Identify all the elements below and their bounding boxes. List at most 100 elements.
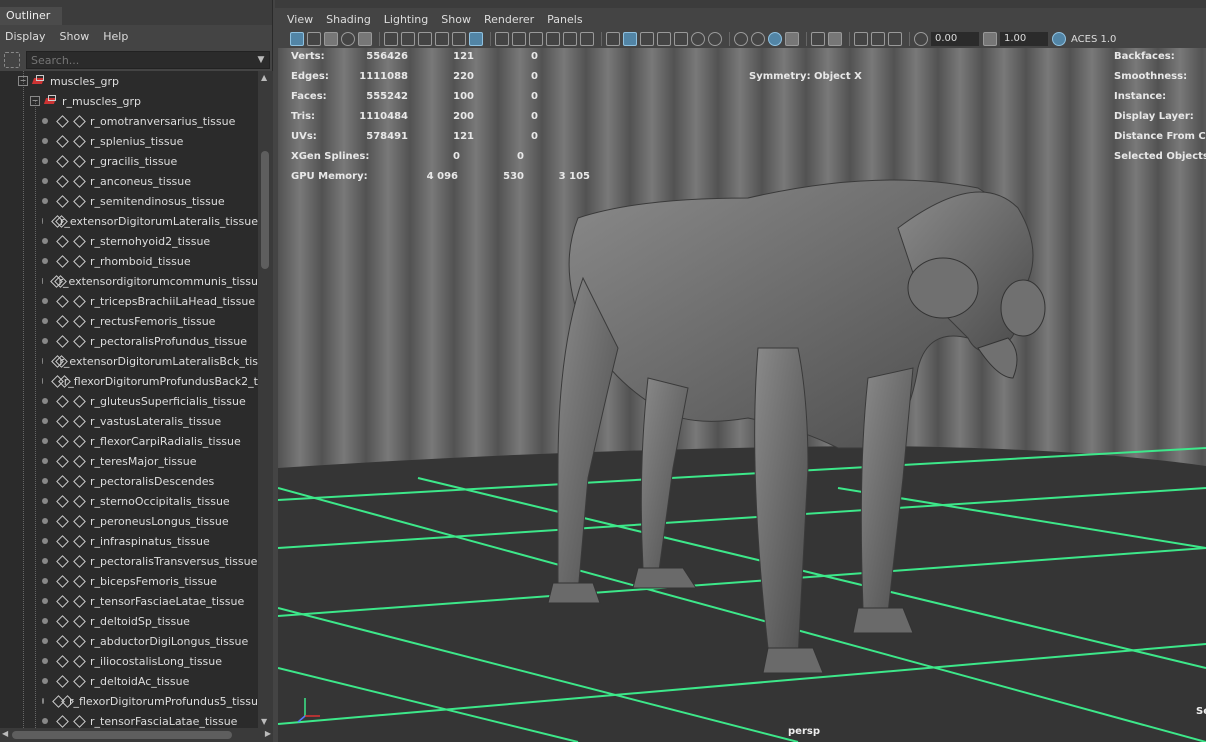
filter-icon[interactable] — [4, 52, 20, 68]
tree-item[interactable]: r_iliocostalisLong_tissue — [0, 651, 258, 671]
film-gate2-icon[interactable] — [512, 32, 526, 46]
tree-item[interactable]: r_extensorDigitorumLateralis_tissue — [0, 211, 258, 231]
grid-toggle-icon[interactable] — [401, 32, 415, 46]
menu-panels[interactable]: Panels — [547, 13, 582, 26]
tree-item[interactable]: r_peroneusLongus_tissue — [0, 511, 258, 531]
tree-item[interactable]: r_extensordigitorumcommunis_tissu — [0, 271, 258, 291]
wireframe-icon[interactable] — [606, 32, 620, 46]
tree-item[interactable]: r_sternoOccipitalis_tissue — [0, 491, 258, 511]
color-management-icon[interactable] — [1052, 32, 1066, 46]
3d-viewport[interactable]: Verts: 556426 121 0 Edges: 1111088 220 0 Faces: 5… — [278, 48, 1206, 742]
tree-item[interactable]: r_infraspinatus_tissue — [0, 531, 258, 551]
scroll-up-icon[interactable]: ▲ — [261, 73, 267, 82]
safe-title-icon[interactable] — [580, 32, 594, 46]
exposure-field[interactable]: 0.00 — [931, 32, 979, 46]
mesh-shape-icon — [54, 276, 55, 286]
tree-item[interactable]: r_flexorDigitorumProfundus5_tissu — [0, 691, 258, 711]
tree-item[interactable]: r_flexorDigitorumProfundusBack2_t — [0, 371, 258, 391]
tree-item[interactable]: r_pectoralisDescendes — [0, 471, 258, 491]
outliner-vertical-scrollbar[interactable]: ▲ ▼ — [258, 71, 273, 728]
search-input[interactable] — [26, 51, 270, 69]
tree-item[interactable]: r_splenius_tissue — [0, 131, 258, 151]
tab-outliner[interactable]: Outliner — [0, 7, 62, 25]
tree-item[interactable]: r_pectoralisTransversus_tissue — [0, 551, 258, 571]
bullet-icon — [42, 258, 48, 264]
scroll-thumb[interactable] — [12, 731, 232, 739]
exposure-icon[interactable] — [914, 32, 928, 46]
grid-icon[interactable] — [495, 32, 509, 46]
collapse-icon[interactable]: − — [18, 76, 28, 86]
view-transform-label[interactable]: ACES 1.0 — [1071, 34, 1116, 45]
2d-pan-icon[interactable] — [358, 32, 372, 46]
tree-item[interactable]: r_anconeus_tissue — [0, 171, 258, 191]
tree-item[interactable]: r_tensorFasciaLatae_tissue — [0, 711, 258, 728]
tree-item[interactable]: r_deltoidAc_tissue — [0, 671, 258, 691]
tree-item-r-muscles-grp[interactable]: − r_muscles_grp — [0, 91, 258, 111]
tree-item-muscles-grp[interactable]: − muscles_grp — [0, 71, 258, 91]
menu-lighting[interactable]: Lighting — [384, 13, 428, 26]
menu-renderer[interactable]: Renderer — [484, 13, 534, 26]
gate-mask-icon[interactable] — [452, 32, 466, 46]
scroll-thumb[interactable] — [261, 151, 269, 269]
menu-show[interactable]: Show — [441, 13, 471, 26]
tree-item[interactable]: r_bicepsFemoris_tissue — [0, 571, 258, 591]
menu-view[interactable]: View — [287, 13, 313, 26]
tree-item[interactable]: r_semitendinosus_tissue — [0, 191, 258, 211]
tree-item[interactable]: r_gluteusSuperficialis_tissue — [0, 391, 258, 411]
tree-item[interactable]: r_teresMajor_tissue — [0, 451, 258, 471]
scroll-down-icon[interactable]: ▼ — [261, 717, 267, 726]
chevron-down-icon[interactable]: ▼ — [254, 55, 268, 65]
bookmark-icon[interactable] — [324, 32, 338, 46]
resolution-gate-icon[interactable] — [435, 32, 449, 46]
isolate-select-icon[interactable] — [811, 32, 825, 46]
gamma-field[interactable]: 1.00 — [1000, 32, 1048, 46]
camera-settings-icon[interactable] — [888, 32, 902, 46]
xray-icon[interactable] — [828, 32, 842, 46]
menu-show[interactable]: Show — [60, 30, 90, 43]
film-gate-icon[interactable] — [418, 32, 432, 46]
tree-item[interactable]: r_flexorCarpiRadialis_tissue — [0, 431, 258, 451]
mesh-icon — [56, 296, 70, 306]
gamma-icon[interactable] — [983, 32, 997, 46]
tree-item[interactable]: r_deltoidSp_tissue — [0, 611, 258, 631]
checker-icon[interactable] — [674, 32, 688, 46]
outliner-horizontal-scrollbar[interactable]: ◀ ▶ — [0, 728, 273, 742]
menu-help[interactable]: Help — [103, 30, 128, 43]
smooth-shade-icon[interactable] — [623, 32, 637, 46]
tree-item[interactable]: r_abductorDigiLongus_tissue — [0, 631, 258, 651]
safe-action-icon[interactable] — [563, 32, 577, 46]
tree-item[interactable]: r_pectoralisProfundus_tissue — [0, 331, 258, 351]
xray-components-icon[interactable] — [871, 32, 885, 46]
tree-item[interactable]: r_gracilis_tissue — [0, 151, 258, 171]
scroll-left-icon[interactable]: ◀ — [2, 729, 8, 738]
tree-item[interactable]: r_tensorFasciaeLatae_tissue — [0, 591, 258, 611]
anti-aliasing-icon[interactable] — [768, 32, 782, 46]
scroll-right-icon[interactable]: ▶ — [265, 729, 271, 738]
select-camera-icon[interactable] — [290, 32, 304, 46]
tree-item[interactable]: r_rhomboid_tissue — [0, 251, 258, 271]
grease-pencil-icon[interactable] — [384, 32, 398, 46]
lights-icon[interactable] — [691, 32, 705, 46]
wireframe-pencil-icon[interactable] — [469, 32, 483, 46]
menu-display[interactable]: Display — [5, 30, 46, 43]
shadows-icon[interactable] — [708, 32, 722, 46]
tree-item[interactable]: r_vastusLateralis_tissue — [0, 411, 258, 431]
tree-item[interactable]: r_tricepsBrachiiLaHead_tissue — [0, 291, 258, 311]
tree-item[interactable]: r_sternohyoid2_tissue — [0, 231, 258, 251]
resolution-icon[interactable] — [529, 32, 543, 46]
tree-item[interactable]: r_omotranversarius_tissue — [0, 111, 258, 131]
tree-item[interactable]: r_extensorDigitorumLateralisBck_tis — [0, 351, 258, 371]
menu-shading[interactable]: Shading — [326, 13, 371, 26]
mesh-shape-icon — [73, 256, 87, 266]
xray-joints-icon[interactable] — [854, 32, 868, 46]
motion-blur-icon[interactable] — [751, 32, 765, 46]
field-chart-icon[interactable] — [546, 32, 560, 46]
tree-item[interactable]: r_rectusFemoris_tissue — [0, 311, 258, 331]
image-plane-icon[interactable] — [341, 32, 355, 46]
textured-icon[interactable] — [657, 32, 671, 46]
collapse-icon[interactable]: − — [30, 96, 40, 106]
depth-of-field-icon[interactable] — [785, 32, 799, 46]
ambient-occlusion-icon[interactable] — [734, 32, 748, 46]
wireframe-on-shaded-icon[interactable] — [640, 32, 654, 46]
camera-attributes-icon[interactable] — [307, 32, 321, 46]
